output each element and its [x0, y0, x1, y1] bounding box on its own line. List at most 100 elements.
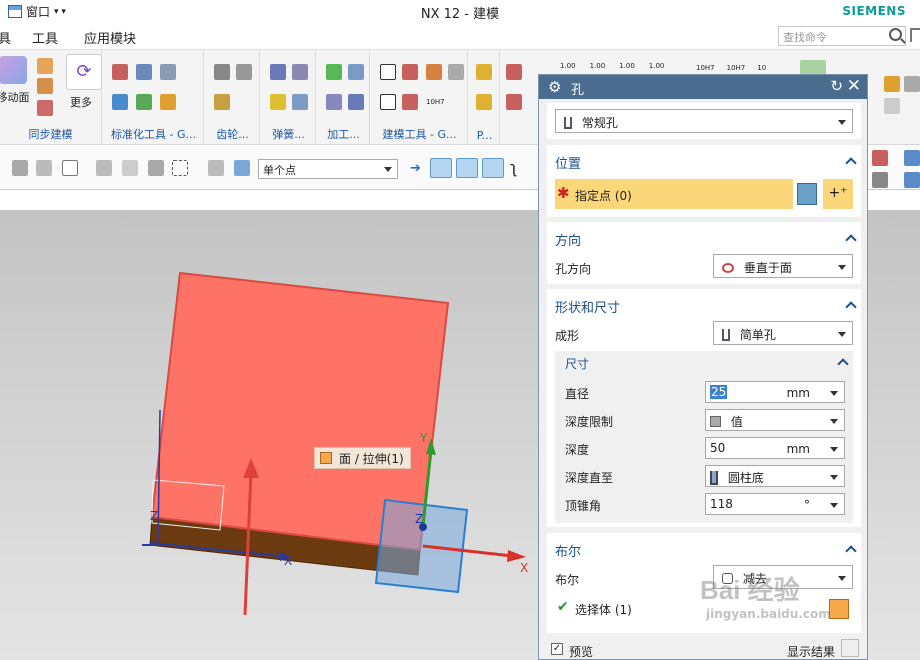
diameter-input[interactable]: 25 mm	[705, 381, 845, 403]
depth-to-select[interactable]: 圆柱底	[705, 465, 845, 487]
offset-icon[interactable]	[37, 78, 53, 94]
datum-icon-2[interactable]	[506, 94, 522, 110]
spring-icon[interactable]	[270, 64, 286, 80]
move-face-button[interactable]: 移动面	[0, 56, 30, 105]
shape-size-header[interactable]: 形状和尺寸	[555, 297, 620, 316]
grid-icon[interactable]	[448, 64, 464, 80]
hole-direction-select[interactable]: 垂直于面	[713, 254, 853, 278]
close-icon[interactable]: ✕	[847, 76, 861, 96]
add-icon[interactable]	[62, 160, 78, 176]
hole-type-select[interactable]: 常规孔	[555, 109, 853, 133]
location-header[interactable]: 位置	[555, 153, 581, 172]
chevron-up-icon[interactable]	[845, 301, 857, 313]
body-icon[interactable]	[234, 160, 250, 176]
menu-item-tools[interactable]: 工具	[32, 28, 58, 47]
tolerance-small-label[interactable]: 10H7	[426, 98, 445, 106]
shade-icon[interactable]	[872, 172, 888, 188]
tool-icon-1[interactable]	[112, 64, 128, 80]
command-search-input[interactable]: 查找命令	[778, 26, 906, 46]
chevron-up-icon[interactable]	[845, 157, 857, 169]
chevron-up-icon[interactable]	[837, 358, 849, 370]
filter-icon[interactable]	[12, 160, 28, 176]
sketch-icon[interactable]	[797, 183, 817, 205]
plate-icon[interactable]	[426, 64, 442, 80]
chevron-up-icon[interactable]	[845, 545, 857, 557]
curve-icon[interactable]: ʅ	[510, 158, 517, 177]
tool-icon-5[interactable]	[136, 94, 152, 110]
snap-filter-value: 单个点	[263, 164, 296, 177]
machining-icon[interactable]	[326, 64, 342, 80]
view-icon-2[interactable]	[904, 150, 920, 166]
select-icon-2[interactable]	[122, 160, 138, 176]
machining-icon-2[interactable]	[348, 64, 364, 80]
menu-item-app-modules[interactable]: 应用模块	[84, 28, 136, 47]
chevron-up-icon[interactable]	[845, 234, 857, 246]
more-button-label[interactable]: 更多	[70, 94, 92, 110]
select-icon-3[interactable]	[148, 160, 164, 176]
arrow-right-icon[interactable]: ➔	[410, 161, 421, 176]
doc-icon[interactable]	[380, 94, 396, 110]
dimensions-header[interactable]: 尺寸	[565, 355, 589, 372]
spring-icon-2[interactable]	[292, 64, 308, 80]
gear-tool-icon-3[interactable]	[214, 94, 230, 110]
gear-icon[interactable]	[910, 28, 920, 42]
datum-icon[interactable]	[506, 64, 522, 80]
triangle-icon[interactable]	[380, 64, 396, 80]
delete-face-icon[interactable]	[37, 100, 53, 116]
cube-icon-2[interactable]	[884, 98, 900, 114]
face-icon[interactable]	[37, 58, 53, 74]
select-icon[interactable]	[96, 160, 112, 176]
snap-point-icon[interactable]	[430, 158, 452, 178]
tol-label[interactable]: 10	[757, 64, 766, 72]
pencil-icon[interactable]	[402, 94, 418, 110]
tool-icon-4[interactable]	[112, 94, 128, 110]
tol-label[interactable]: 10H7	[727, 64, 746, 72]
specify-point-row[interactable]: ✱ 指定点 (0)	[555, 179, 793, 209]
more-icon[interactable]: ⟳	[66, 54, 102, 90]
p-tool-icon-2[interactable]	[476, 94, 492, 110]
tol-label[interactable]: 1.00	[649, 62, 665, 70]
view-icon[interactable]	[904, 76, 920, 92]
tool-icon-3[interactable]	[160, 64, 176, 80]
reset-icon[interactable]: ↻	[830, 77, 843, 95]
depth-input[interactable]: 50 mm	[705, 437, 845, 459]
snap-line-icon-2[interactable]	[482, 158, 504, 178]
machining-icon-3[interactable]	[326, 94, 342, 110]
magnifier-icon[interactable]	[841, 639, 859, 657]
spring-icon-3[interactable]	[270, 94, 286, 110]
snap-line-icon[interactable]	[456, 158, 478, 178]
gear-tool-icon[interactable]	[214, 64, 230, 80]
tol-label[interactable]: 1.00	[619, 62, 635, 70]
render-icon[interactable]	[872, 150, 888, 166]
tol-label[interactable]: 1.00	[560, 62, 576, 70]
gear-tool-icon-2[interactable]	[236, 64, 252, 80]
ribbon-group-label: 标准化工具 - G...	[111, 128, 196, 141]
select-body-label[interactable]: 选择体 (1)	[575, 601, 632, 618]
part-icon[interactable]	[208, 160, 224, 176]
tol-label[interactable]: 1.00	[590, 62, 606, 70]
box-select-icon[interactable]	[172, 160, 188, 176]
point-dialog-icon[interactable]: +⁺	[823, 179, 853, 209]
gear-icon[interactable]: ⚙	[548, 78, 561, 96]
preview-checkbox[interactable]: ✓	[551, 643, 563, 655]
view-icon-3[interactable]	[904, 172, 920, 188]
show-result-button[interactable]: 显示结果	[787, 643, 835, 660]
boolean-header[interactable]: 布尔	[555, 541, 581, 560]
search-icon[interactable]	[889, 28, 902, 41]
table-icon[interactable]	[402, 64, 418, 80]
tip-angle-input[interactable]: 118 °	[705, 493, 845, 515]
spring-icon-4[interactable]	[292, 94, 308, 110]
direction-header[interactable]: 方向	[555, 230, 581, 249]
body-cube-icon[interactable]	[829, 599, 849, 619]
form-select[interactable]: 简单孔	[713, 321, 853, 345]
tool-icon-6[interactable]	[160, 94, 176, 110]
filter-icon-2[interactable]	[36, 160, 52, 176]
depth-limit-select[interactable]: 值	[705, 409, 845, 431]
cube-icon[interactable]	[884, 76, 900, 92]
machining-icon-4[interactable]	[348, 94, 364, 110]
tol-label[interactable]: 10H7	[696, 64, 715, 72]
tool-icon-2[interactable]	[136, 64, 152, 80]
menu-item-clipped[interactable]: 具	[0, 28, 11, 47]
snap-filter-select[interactable]: 单个点	[258, 159, 398, 179]
p-tool-icon[interactable]	[476, 64, 492, 80]
